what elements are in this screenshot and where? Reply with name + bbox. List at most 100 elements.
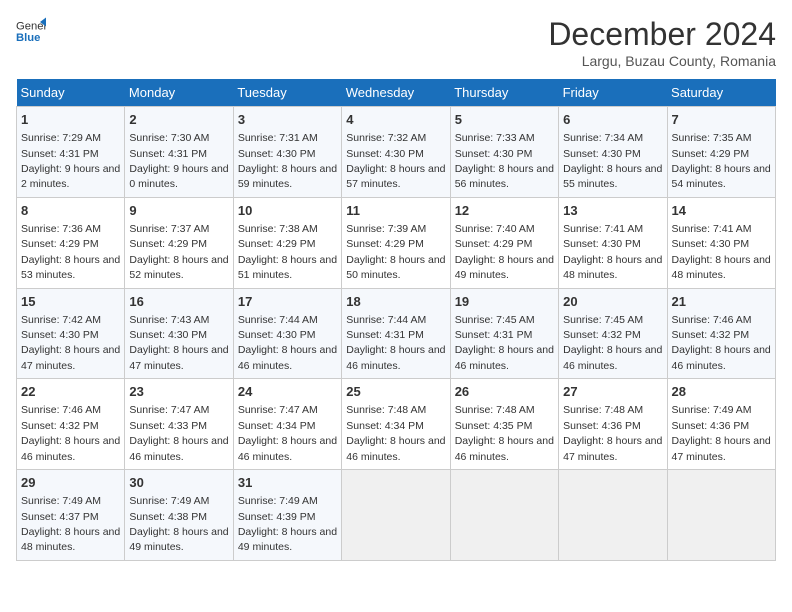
calendar-cell: 31 Sunrise: 7:49 AMSunset: 4:39 PMDaylig… bbox=[233, 470, 341, 561]
day-detail: Sunrise: 7:47 AMSunset: 4:33 PMDaylight:… bbox=[129, 404, 228, 462]
day-number: 1 bbox=[21, 111, 120, 129]
calendar-cell: 29 Sunrise: 7:49 AMSunset: 4:37 PMDaylig… bbox=[17, 470, 125, 561]
calendar-cell: 21 Sunrise: 7:46 AMSunset: 4:32 PMDaylig… bbox=[667, 288, 775, 379]
day-detail: Sunrise: 7:46 AMSunset: 4:32 PMDaylight:… bbox=[672, 314, 771, 372]
day-number: 18 bbox=[346, 293, 445, 311]
calendar-table: Sunday Monday Tuesday Wednesday Thursday… bbox=[16, 79, 776, 561]
calendar-cell bbox=[559, 470, 667, 561]
day-detail: Sunrise: 7:43 AMSunset: 4:30 PMDaylight:… bbox=[129, 314, 228, 372]
calendar-cell: 6 Sunrise: 7:34 AMSunset: 4:30 PMDayligh… bbox=[559, 107, 667, 198]
calendar-cell: 2 Sunrise: 7:30 AMSunset: 4:31 PMDayligh… bbox=[125, 107, 233, 198]
logo-icon: General Blue bbox=[16, 16, 46, 46]
day-detail: Sunrise: 7:41 AMSunset: 4:30 PMDaylight:… bbox=[672, 223, 771, 281]
day-detail: Sunrise: 7:42 AMSunset: 4:30 PMDaylight:… bbox=[21, 314, 120, 372]
title-block: December 2024 Largu, Buzau County, Roman… bbox=[548, 16, 776, 69]
header-thursday: Thursday bbox=[450, 79, 558, 107]
day-number: 22 bbox=[21, 383, 120, 401]
header-tuesday: Tuesday bbox=[233, 79, 341, 107]
day-number: 25 bbox=[346, 383, 445, 401]
day-detail: Sunrise: 7:49 AMSunset: 4:37 PMDaylight:… bbox=[21, 495, 120, 553]
day-number: 30 bbox=[129, 474, 228, 492]
day-number: 15 bbox=[21, 293, 120, 311]
calendar-week-row: 15 Sunrise: 7:42 AMSunset: 4:30 PMDaylig… bbox=[17, 288, 776, 379]
calendar-cell: 1 Sunrise: 7:29 AMSunset: 4:31 PMDayligh… bbox=[17, 107, 125, 198]
day-number: 7 bbox=[672, 111, 771, 129]
day-number: 29 bbox=[21, 474, 120, 492]
calendar-cell: 17 Sunrise: 7:44 AMSunset: 4:30 PMDaylig… bbox=[233, 288, 341, 379]
day-number: 3 bbox=[238, 111, 337, 129]
day-number: 31 bbox=[238, 474, 337, 492]
day-number: 20 bbox=[563, 293, 662, 311]
day-number: 26 bbox=[455, 383, 554, 401]
day-detail: Sunrise: 7:34 AMSunset: 4:30 PMDaylight:… bbox=[563, 132, 662, 190]
calendar-cell: 12 Sunrise: 7:40 AMSunset: 4:29 PMDaylig… bbox=[450, 197, 558, 288]
day-detail: Sunrise: 7:38 AMSunset: 4:29 PMDaylight:… bbox=[238, 223, 337, 281]
calendar-cell bbox=[342, 470, 450, 561]
day-detail: Sunrise: 7:40 AMSunset: 4:29 PMDaylight:… bbox=[455, 223, 554, 281]
day-number: 17 bbox=[238, 293, 337, 311]
day-detail: Sunrise: 7:45 AMSunset: 4:31 PMDaylight:… bbox=[455, 314, 554, 372]
calendar-week-row: 29 Sunrise: 7:49 AMSunset: 4:37 PMDaylig… bbox=[17, 470, 776, 561]
day-number: 2 bbox=[129, 111, 228, 129]
day-detail: Sunrise: 7:29 AMSunset: 4:31 PMDaylight:… bbox=[21, 132, 120, 190]
day-detail: Sunrise: 7:49 AMSunset: 4:38 PMDaylight:… bbox=[129, 495, 228, 553]
day-number: 28 bbox=[672, 383, 771, 401]
day-number: 27 bbox=[563, 383, 662, 401]
calendar-cell: 24 Sunrise: 7:47 AMSunset: 4:34 PMDaylig… bbox=[233, 379, 341, 470]
day-detail: Sunrise: 7:46 AMSunset: 4:32 PMDaylight:… bbox=[21, 404, 120, 462]
day-detail: Sunrise: 7:37 AMSunset: 4:29 PMDaylight:… bbox=[129, 223, 228, 281]
calendar-cell: 15 Sunrise: 7:42 AMSunset: 4:30 PMDaylig… bbox=[17, 288, 125, 379]
calendar-cell: 13 Sunrise: 7:41 AMSunset: 4:30 PMDaylig… bbox=[559, 197, 667, 288]
header-friday: Friday bbox=[559, 79, 667, 107]
day-detail: Sunrise: 7:45 AMSunset: 4:32 PMDaylight:… bbox=[563, 314, 662, 372]
calendar-cell: 7 Sunrise: 7:35 AMSunset: 4:29 PMDayligh… bbox=[667, 107, 775, 198]
day-detail: Sunrise: 7:32 AMSunset: 4:30 PMDaylight:… bbox=[346, 132, 445, 190]
calendar-cell: 9 Sunrise: 7:37 AMSunset: 4:29 PMDayligh… bbox=[125, 197, 233, 288]
calendar-cell: 8 Sunrise: 7:36 AMSunset: 4:29 PMDayligh… bbox=[17, 197, 125, 288]
calendar-cell bbox=[667, 470, 775, 561]
day-number: 13 bbox=[563, 202, 662, 220]
day-detail: Sunrise: 7:49 AMSunset: 4:36 PMDaylight:… bbox=[672, 404, 771, 462]
calendar-cell: 18 Sunrise: 7:44 AMSunset: 4:31 PMDaylig… bbox=[342, 288, 450, 379]
day-number: 21 bbox=[672, 293, 771, 311]
month-title: December 2024 bbox=[548, 16, 776, 53]
day-number: 9 bbox=[129, 202, 228, 220]
day-detail: Sunrise: 7:30 AMSunset: 4:31 PMDaylight:… bbox=[129, 132, 228, 190]
day-detail: Sunrise: 7:48 AMSunset: 4:35 PMDaylight:… bbox=[455, 404, 554, 462]
day-detail: Sunrise: 7:47 AMSunset: 4:34 PMDaylight:… bbox=[238, 404, 337, 462]
day-detail: Sunrise: 7:48 AMSunset: 4:34 PMDaylight:… bbox=[346, 404, 445, 462]
svg-text:Blue: Blue bbox=[16, 32, 40, 44]
calendar-cell: 4 Sunrise: 7:32 AMSunset: 4:30 PMDayligh… bbox=[342, 107, 450, 198]
calendar-cell: 30 Sunrise: 7:49 AMSunset: 4:38 PMDaylig… bbox=[125, 470, 233, 561]
day-number: 24 bbox=[238, 383, 337, 401]
day-detail: Sunrise: 7:31 AMSunset: 4:30 PMDaylight:… bbox=[238, 132, 337, 190]
weekday-header-row: Sunday Monday Tuesday Wednesday Thursday… bbox=[17, 79, 776, 107]
calendar-week-row: 8 Sunrise: 7:36 AMSunset: 4:29 PMDayligh… bbox=[17, 197, 776, 288]
day-number: 16 bbox=[129, 293, 228, 311]
calendar-cell: 19 Sunrise: 7:45 AMSunset: 4:31 PMDaylig… bbox=[450, 288, 558, 379]
calendar-cell: 28 Sunrise: 7:49 AMSunset: 4:36 PMDaylig… bbox=[667, 379, 775, 470]
day-number: 6 bbox=[563, 111, 662, 129]
day-detail: Sunrise: 7:44 AMSunset: 4:30 PMDaylight:… bbox=[238, 314, 337, 372]
day-number: 5 bbox=[455, 111, 554, 129]
calendar-cell: 22 Sunrise: 7:46 AMSunset: 4:32 PMDaylig… bbox=[17, 379, 125, 470]
calendar-week-row: 22 Sunrise: 7:46 AMSunset: 4:32 PMDaylig… bbox=[17, 379, 776, 470]
header-wednesday: Wednesday bbox=[342, 79, 450, 107]
calendar-cell: 20 Sunrise: 7:45 AMSunset: 4:32 PMDaylig… bbox=[559, 288, 667, 379]
calendar-cell: 26 Sunrise: 7:48 AMSunset: 4:35 PMDaylig… bbox=[450, 379, 558, 470]
header-saturday: Saturday bbox=[667, 79, 775, 107]
day-detail: Sunrise: 7:48 AMSunset: 4:36 PMDaylight:… bbox=[563, 404, 662, 462]
day-number: 23 bbox=[129, 383, 228, 401]
calendar-cell: 11 Sunrise: 7:39 AMSunset: 4:29 PMDaylig… bbox=[342, 197, 450, 288]
day-number: 19 bbox=[455, 293, 554, 311]
day-detail: Sunrise: 7:39 AMSunset: 4:29 PMDaylight:… bbox=[346, 223, 445, 281]
calendar-cell: 27 Sunrise: 7:48 AMSunset: 4:36 PMDaylig… bbox=[559, 379, 667, 470]
calendar-cell: 3 Sunrise: 7:31 AMSunset: 4:30 PMDayligh… bbox=[233, 107, 341, 198]
calendar-cell: 23 Sunrise: 7:47 AMSunset: 4:33 PMDaylig… bbox=[125, 379, 233, 470]
calendar-cell: 14 Sunrise: 7:41 AMSunset: 4:30 PMDaylig… bbox=[667, 197, 775, 288]
day-number: 8 bbox=[21, 202, 120, 220]
calendar-cell: 16 Sunrise: 7:43 AMSunset: 4:30 PMDaylig… bbox=[125, 288, 233, 379]
day-detail: Sunrise: 7:44 AMSunset: 4:31 PMDaylight:… bbox=[346, 314, 445, 372]
header-monday: Monday bbox=[125, 79, 233, 107]
day-detail: Sunrise: 7:49 AMSunset: 4:39 PMDaylight:… bbox=[238, 495, 337, 553]
